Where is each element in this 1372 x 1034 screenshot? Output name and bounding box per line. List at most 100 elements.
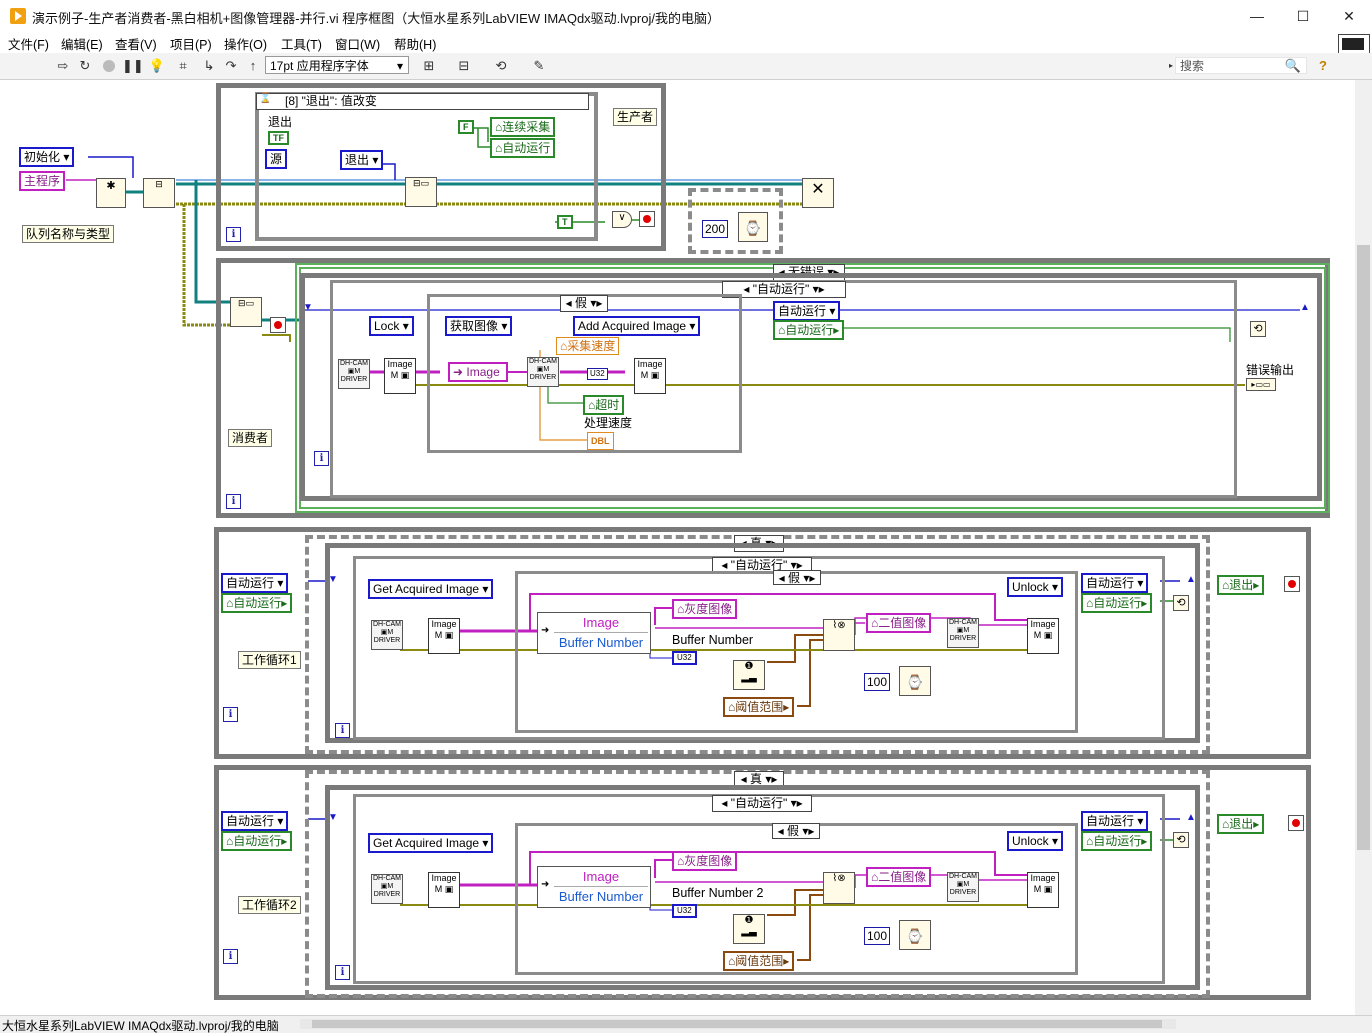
enqueue-element-node[interactable]: ⊟▭ — [405, 177, 437, 207]
get-image-enum[interactable]: 获取图像 ▾ — [445, 316, 513, 336]
menu-file[interactable]: 文件(F) — [8, 34, 49, 53]
work2-loop-condition-icon[interactable]: ⟲ — [1173, 832, 1189, 848]
work2-gray-image-local[interactable]: ⌂灰度图像 — [672, 851, 738, 871]
u32-indicator[interactable]: U32 — [587, 368, 608, 380]
h-scroll-thumb[interactable] — [312, 1020, 1162, 1028]
work2-unbundle-node[interactable]: Image Buffer Number ➜ — [537, 866, 651, 908]
work2-binary-image-local[interactable]: ⌂二值图像 — [866, 867, 932, 887]
consumer-stop-terminal[interactable] — [270, 317, 286, 333]
work1-loop-condition-icon[interactable]: ⟲ — [1173, 595, 1189, 611]
work1-binary-image-local[interactable]: ⌂二值图像 — [866, 613, 932, 633]
work2-threshold-local[interactable]: ⌂阈值范围▸ — [723, 951, 795, 971]
exit-enum-constant[interactable]: 退出 ▾ — [340, 150, 384, 170]
work1-unlock-enum[interactable]: Unlock ▾ — [1007, 577, 1064, 597]
work1-unbundle-node[interactable]: Image Buffer Number ➜ — [537, 612, 651, 654]
auto-run-local[interactable]: ⌂自动运行 — [490, 138, 556, 158]
work2-get-acquired-enum[interactable]: Get Acquired Image ▾ — [368, 833, 494, 853]
work1-camera-node[interactable]: DH-CAM ▣M DRIVER — [371, 620, 403, 650]
timeout-local[interactable]: ⌂超时 — [583, 395, 625, 415]
work1-wait-constant[interactable]: 100 — [864, 673, 891, 691]
close-button[interactable]: ✕ — [1326, 0, 1372, 32]
work1-exit-local[interactable]: ⌂退出▸ — [1217, 575, 1265, 595]
work1-u32-indicator[interactable]: U32 — [672, 651, 697, 665]
highlight-execution-icon[interactable]: 💡 — [148, 57, 166, 75]
or-function[interactable]: ∨ — [612, 211, 632, 228]
menu-window[interactable]: 窗口(W) — [335, 34, 380, 53]
work2-auto-run-enum[interactable]: 自动运行 ▾ — [221, 811, 289, 831]
work2-auto-run-local-2[interactable]: ⌂自动运行▸ — [1081, 831, 1153, 851]
bool-case-selector[interactable]: ◂ 假 ▾▸ — [560, 295, 608, 312]
work2-wait-constant[interactable]: 100 — [864, 927, 891, 945]
menu-project[interactable]: 项目(P) — [170, 34, 212, 53]
work2-auto-run-local[interactable]: ⌂自动运行▸ — [221, 831, 293, 851]
abort-icon[interactable] — [100, 57, 118, 75]
producer-event-structure[interactable] — [255, 92, 598, 241]
help-button[interactable]: ? — [1314, 57, 1332, 75]
continuous-acquisition-local[interactable]: ⌂连续采集 — [490, 117, 556, 137]
run-arrow-icon[interactable]: ⇨ — [54, 57, 72, 75]
work1-stop-terminal[interactable] — [1284, 576, 1300, 592]
release-queue-node[interactable]: ✕ — [802, 178, 834, 208]
work1-auto-run-enum[interactable]: 自动运行 ▾ — [221, 573, 289, 593]
scroll-thumb[interactable] — [1357, 245, 1370, 850]
vertical-scrollbar[interactable] — [1355, 80, 1372, 1015]
horizontal-scrollbar[interactable] — [300, 1019, 1176, 1029]
work1-auto-run-local[interactable]: ⌂自动运行▸ — [221, 593, 293, 613]
work2-camera-node[interactable]: DH-CAM ▣M DRIVER — [371, 874, 403, 904]
work1-image-manager-node[interactable]: Image M ▣ — [428, 618, 460, 654]
image-manager-node-2[interactable]: Image M ▣ — [634, 358, 666, 394]
menu-edit[interactable]: 编辑(E) — [61, 34, 103, 53]
work2-exit-local[interactable]: ⌂退出▸ — [1217, 814, 1265, 834]
work2-wait-icon[interactable]: ⌚ — [899, 920, 931, 950]
distribute-objects-icon[interactable]: ⊟ — [455, 57, 473, 75]
acq-speed-local[interactable]: ⌂采集速度 — [556, 337, 620, 355]
work2-image-display-icon[interactable]: ❶ ▂▃ — [733, 914, 765, 944]
auto-run-local-2[interactable]: ⌂自动运行▸ — [773, 320, 845, 340]
false-constant[interactable]: F — [458, 120, 474, 134]
image-cluster[interactable]: ➜ Image — [448, 362, 508, 382]
camera-driver-node-2[interactable]: DH-CAM ▣M DRIVER — [527, 357, 559, 387]
error-out-terminal[interactable]: ▸▭▭ — [1246, 378, 1276, 391]
work2-case-selector[interactable]: ◂ "自动运行" ▾▸ — [712, 795, 812, 812]
menu-help[interactable]: 帮助(H) — [394, 34, 436, 53]
work2-image-manager-node-2[interactable]: Image M ▣ — [1027, 872, 1059, 908]
reorder-icon[interactable]: ⟲ — [492, 57, 510, 75]
menu-view[interactable]: 查看(V) — [115, 34, 157, 53]
work1-camera-node-2[interactable]: DH-CAM ▣M DRIVER — [947, 618, 979, 648]
lock-enum[interactable]: Lock ▾ — [369, 316, 414, 336]
minimize-button[interactable]: — — [1234, 0, 1280, 32]
work1-get-acquired-enum[interactable]: Get Acquired Image ▾ — [368, 579, 494, 599]
camera-driver-node[interactable]: DH-CAM ▣M DRIVER — [338, 359, 370, 389]
wait-ms-icon[interactable]: ⌚ — [738, 212, 768, 242]
work2-image-manager-node[interactable]: Image M ▣ — [428, 872, 460, 908]
work1-wait-icon[interactable]: ⌚ — [899, 666, 931, 696]
init-enum-constant[interactable]: 初始化 ▾ — [19, 147, 75, 167]
search-icon[interactable]: 🔍 — [1284, 57, 1302, 75]
obtain-queue-node[interactable]: ✱ — [96, 178, 126, 208]
work1-image-manager-node-2[interactable]: Image M ▣ — [1027, 618, 1059, 654]
work2-unlock-enum[interactable]: Unlock ▾ — [1007, 831, 1064, 851]
consumer-dequeue-node[interactable]: ⊟▭ — [230, 297, 262, 327]
work1-auto-run-enum-2[interactable]: 自动运行 ▾ — [1081, 573, 1149, 593]
maximize-button[interactable]: ☐ — [1280, 0, 1326, 32]
work2-camera-node-2[interactable]: DH-CAM ▣M DRIVER — [947, 872, 979, 902]
true-constant[interactable]: T — [557, 215, 573, 229]
tf-terminal[interactable]: TF — [268, 131, 289, 145]
block-diagram[interactable]: [8] "退出": 值改变 ⌛ 退出 TF 源 F ⌂连续采集 ⌂自动运行 退出… — [0, 80, 1355, 1015]
step-out-icon[interactable]: ↑ — [244, 57, 262, 75]
work2-threshold-node[interactable]: ⌇⊗ — [823, 872, 855, 904]
work1-bool-selector[interactable]: ◂ 假 ▾▸ — [773, 570, 821, 585]
step-into-icon[interactable]: ↳ — [200, 57, 218, 75]
enqueue-init-node[interactable]: ⊟ — [143, 178, 175, 208]
dbl-indicator[interactable]: DBL — [587, 432, 614, 450]
align-objects-icon[interactable]: ⊞ — [420, 57, 438, 75]
work1-image-display-icon[interactable]: ❶ ▂▃ — [733, 660, 765, 690]
work2-stop-terminal[interactable] — [1288, 815, 1304, 831]
stop-terminal[interactable] — [639, 211, 655, 227]
menu-tools[interactable]: 工具(T) — [281, 34, 322, 53]
work1-gray-image-local[interactable]: ⌂灰度图像 — [672, 599, 738, 619]
source-terminal[interactable]: 源 — [265, 149, 288, 169]
image-manager-node[interactable]: Image M ▣ — [384, 358, 416, 394]
auto-run-enum[interactable]: 自动运行 ▾ — [773, 301, 841, 321]
wait-ms-constant[interactable]: 200 — [702, 220, 729, 238]
